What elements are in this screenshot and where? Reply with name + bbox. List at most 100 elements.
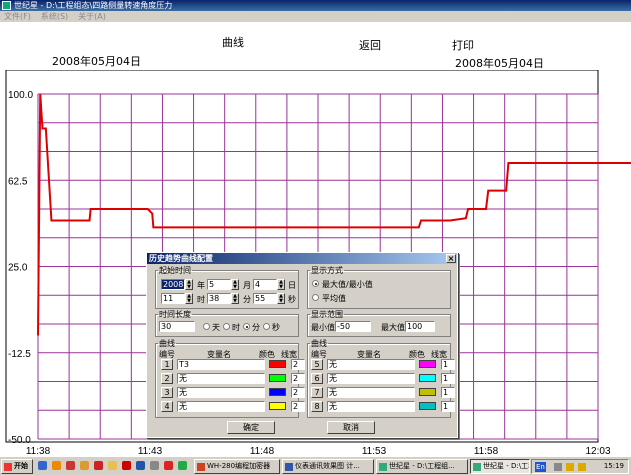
curve-width-input[interactable]: 2 bbox=[291, 387, 305, 398]
mode-maxmin-label: 最大值/最小值 bbox=[322, 280, 373, 289]
second-input[interactable]: 55 bbox=[253, 293, 277, 304]
month-spinner[interactable]: ▲ ▼ bbox=[231, 279, 239, 290]
min-value-input[interactable]: -50 bbox=[335, 321, 371, 332]
task-sjx1[interactable]: 世纪星 - D:\工程组... bbox=[376, 459, 468, 474]
menu-file[interactable]: 文件(F) bbox=[4, 12, 31, 21]
task-wh280[interactable]: WH-280编程加密器 bbox=[194, 459, 280, 474]
curve-variable-input[interactable]: 无 bbox=[177, 387, 265, 398]
tool-icon[interactable] bbox=[136, 461, 145, 470]
curve-button[interactable]: 曲线 bbox=[222, 34, 244, 50]
curve-width-input[interactable]: 1 bbox=[441, 359, 455, 370]
task-sjx2[interactable]: 世纪星 - D:\工程组态... bbox=[470, 459, 530, 474]
y-tick-label: -12.5 bbox=[8, 349, 31, 360]
tray-icon[interactable] bbox=[554, 463, 562, 471]
wps-icon[interactable] bbox=[122, 461, 131, 470]
month-input[interactable]: 5 bbox=[207, 279, 231, 290]
desktop-icon[interactable] bbox=[38, 461, 47, 470]
curve-width-input[interactable]: 2 bbox=[291, 359, 305, 370]
window-title-bar: 世纪星 - D:\工程组态\四路侧量转速角度压力 bbox=[0, 0, 631, 11]
firefox-icon[interactable] bbox=[52, 461, 61, 470]
language-indicator[interactable]: En bbox=[535, 462, 546, 472]
curve-color-swatch[interactable] bbox=[269, 374, 286, 382]
min-value-label: 最小值 bbox=[311, 323, 335, 332]
back-button[interactable]: 返回 bbox=[359, 37, 381, 53]
unit-minute-radio[interactable] bbox=[243, 323, 250, 330]
curve-variable-input[interactable]: 无 bbox=[327, 387, 415, 398]
curve-variable-input[interactable]: 无 bbox=[327, 401, 415, 412]
curve-number-button[interactable]: 6 bbox=[311, 373, 323, 384]
display-mode-legend: 显示方式 bbox=[311, 266, 343, 275]
link-icon[interactable] bbox=[150, 461, 159, 470]
curve-width-input[interactable]: 2 bbox=[291, 401, 305, 412]
trend-config-dialog: 历史趋势曲线配置 × 起始时间 2008 ▲ ▼ 年 5 ▲ ▼ 月 4 ▲ ▼ 日 1… bbox=[146, 252, 458, 438]
curve-number-button[interactable]: 2 bbox=[161, 373, 173, 384]
tray-icon3[interactable] bbox=[578, 463, 586, 471]
curve-color-swatch[interactable] bbox=[419, 374, 436, 382]
curve-number-button[interactable]: 8 bbox=[311, 401, 323, 412]
minute-input[interactable]: 38 bbox=[207, 293, 231, 304]
curve-width-input[interactable]: 1 bbox=[441, 387, 455, 398]
curve-number-button[interactable]: 1 bbox=[161, 359, 173, 370]
start-button[interactable]: 开始 bbox=[1, 459, 33, 474]
mode-maxmin-radio[interactable] bbox=[312, 280, 319, 287]
curves-right-legend: 曲线 bbox=[311, 339, 327, 348]
curve-color-swatch[interactable] bbox=[419, 388, 436, 396]
app-quick-icon[interactable] bbox=[94, 461, 103, 470]
unit-second-radio[interactable] bbox=[263, 323, 270, 330]
curve-color-swatch[interactable] bbox=[419, 360, 436, 368]
mode-average-radio[interactable] bbox=[312, 294, 319, 301]
minute-spinner[interactable]: ▲ ▼ bbox=[231, 293, 239, 304]
curve-color-swatch[interactable] bbox=[419, 402, 436, 410]
curve-color-swatch[interactable] bbox=[269, 388, 286, 396]
task-comm[interactable]: 仪表通讯效果图 计... bbox=[282, 459, 374, 474]
curve-variable-input[interactable]: 无 bbox=[177, 373, 265, 384]
hour-spinner[interactable]: ▲ ▼ bbox=[185, 293, 193, 304]
curve-variable-input[interactable]: 无 bbox=[177, 401, 265, 412]
curve-number-button[interactable]: 5 bbox=[311, 359, 323, 370]
curve-variable-input[interactable]: 无 bbox=[327, 373, 415, 384]
second-spinner[interactable]: ▲ ▼ bbox=[277, 293, 285, 304]
curve-width-input[interactable]: 1 bbox=[441, 401, 455, 412]
cancel-button[interactable]: 取消 bbox=[327, 421, 375, 434]
curve-variable-input[interactable]: 无 bbox=[327, 359, 415, 370]
menu-about[interactable]: 关于(A) bbox=[78, 12, 106, 21]
media-icon[interactable] bbox=[66, 461, 75, 470]
folder-icon[interactable] bbox=[80, 461, 89, 470]
tray-icon2[interactable] bbox=[566, 463, 574, 471]
max-value-input[interactable]: 100 bbox=[405, 321, 435, 332]
program-icon[interactable] bbox=[164, 461, 173, 470]
hour-input[interactable]: 11 bbox=[161, 293, 185, 304]
curve-color-swatch[interactable] bbox=[269, 402, 286, 410]
app-icon bbox=[2, 1, 11, 10]
task-wh280-label: WH-280编程加密器 bbox=[207, 462, 271, 470]
year-input[interactable]: 2008 bbox=[161, 279, 185, 290]
windows-logo-icon bbox=[4, 463, 12, 471]
curve-width-input[interactable]: 2 bbox=[291, 373, 305, 384]
curve-color-swatch[interactable] bbox=[269, 360, 286, 368]
ok-button[interactable]: 确定 bbox=[227, 421, 275, 434]
curve-number-button[interactable]: 3 bbox=[161, 387, 173, 398]
curve-variable-input[interactable]: T3 bbox=[177, 359, 265, 370]
day-input[interactable]: 4 bbox=[253, 279, 277, 290]
sjx-icon bbox=[379, 463, 387, 471]
curve-number-button[interactable]: 4 bbox=[161, 401, 173, 412]
curve-number-button[interactable]: 7 bbox=[311, 387, 323, 398]
task-sjx1-label: 世纪星 - D:\工程组... bbox=[389, 462, 455, 470]
program2-icon[interactable] bbox=[178, 461, 187, 470]
y-tick-label: 62.5 bbox=[8, 176, 28, 187]
year-spinner[interactable]: ▲ ▼ bbox=[185, 279, 193, 290]
time-length-input[interactable]: 30 bbox=[159, 321, 195, 332]
unit-day-radio[interactable] bbox=[203, 323, 210, 330]
unit-day-label: 天 bbox=[212, 323, 220, 332]
unit-hour-radio[interactable] bbox=[223, 323, 230, 330]
menu-system[interactable]: 系统(S) bbox=[41, 12, 68, 21]
close-icon[interactable]: × bbox=[446, 254, 456, 263]
curve-width-input[interactable]: 1 bbox=[441, 373, 455, 384]
day-spinner[interactable]: ▲ ▼ bbox=[277, 279, 285, 290]
print-button[interactable]: 打印 bbox=[452, 37, 474, 53]
folder2-icon[interactable] bbox=[108, 461, 117, 470]
sjx2-icon bbox=[473, 463, 481, 471]
task-sjx2-label: 世纪星 - D:\工程组态... bbox=[483, 462, 529, 470]
month-unit: 月 bbox=[243, 281, 251, 290]
mode-average-label: 平均值 bbox=[322, 294, 346, 303]
